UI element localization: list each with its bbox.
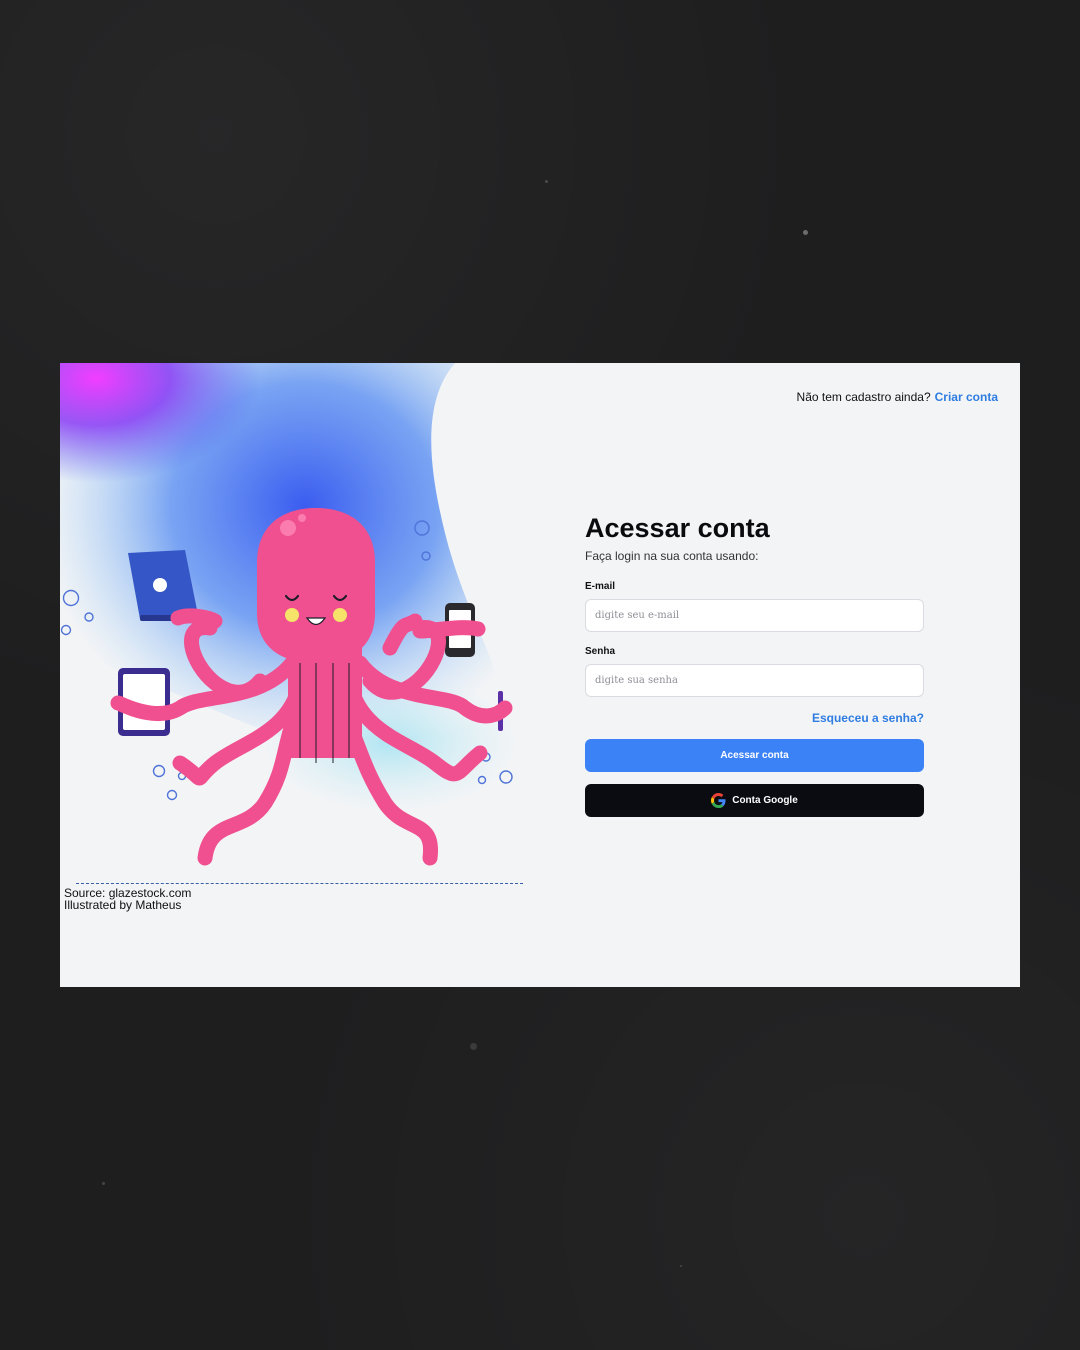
- dust-speck: [803, 230, 808, 235]
- email-field[interactable]: [585, 599, 924, 632]
- signup-prompt: Não tem cadastro ainda? Criar conta: [797, 390, 998, 404]
- page-subtitle: Faça login na sua conta usando:: [585, 549, 759, 563]
- dust-speck: [470, 1043, 477, 1050]
- credit-illustrator: Illustrated by Matheus: [64, 898, 182, 912]
- login-card: Source: glazestock.com Illustrated by Ma…: [60, 363, 1020, 987]
- login-button[interactable]: Acessar conta: [585, 739, 924, 772]
- credit-divider: [76, 883, 523, 884]
- google-button-label: Conta Google: [732, 795, 798, 806]
- page-title: Acessar conta: [585, 513, 770, 543]
- login-form: Acessar conta Faça login na sua conta us…: [585, 513, 924, 817]
- image-credits: Source: glazestock.com Illustrated by Ma…: [64, 887, 191, 911]
- dust-speck: [102, 1182, 105, 1185]
- login-button-label: Acessar conta: [720, 750, 789, 761]
- create-account-link[interactable]: Criar conta: [935, 390, 998, 404]
- password-field[interactable]: [585, 664, 924, 697]
- dust-speck: [680, 1265, 682, 1267]
- signup-prompt-text: Não tem cadastro ainda?: [796, 390, 931, 404]
- password-label: Senha: [585, 646, 616, 657]
- email-label: E-mail: [585, 581, 616, 592]
- forgot-password-link[interactable]: Esqueceu a senha?: [585, 711, 924, 725]
- google-g-icon: [711, 793, 726, 808]
- illustration-panel: Source: glazestock.com Illustrated by Ma…: [60, 363, 550, 987]
- google-login-button[interactable]: Conta Google: [585, 784, 924, 817]
- dust-speck: [545, 180, 548, 183]
